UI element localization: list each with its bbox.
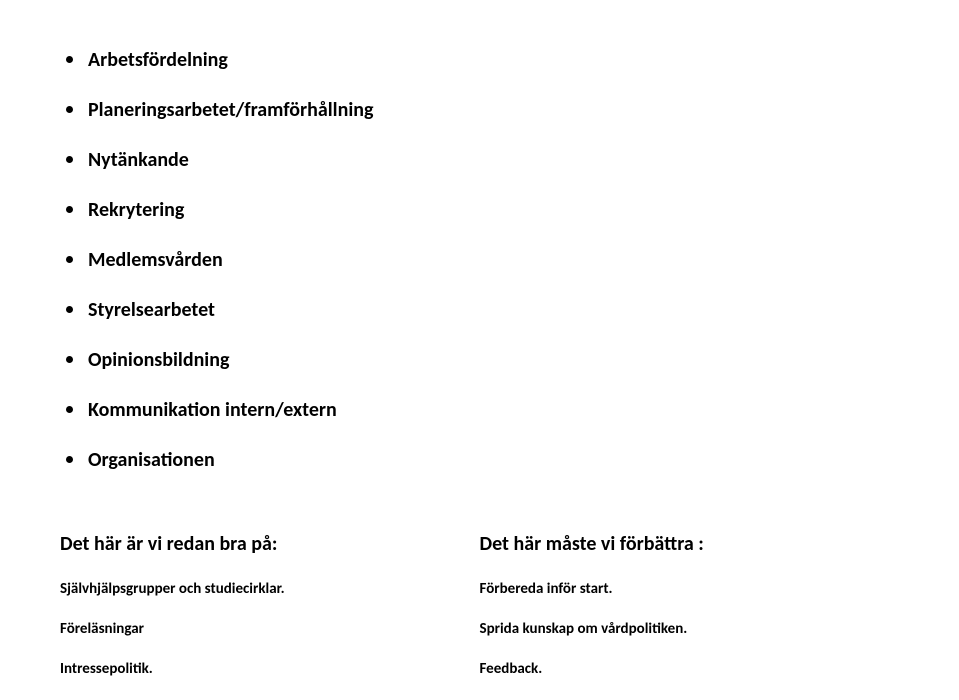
left-column-header: Det här är vi redan bra på: [60,532,472,556]
right-column-item: Sprida kunskap om vårdpolitiken. [480,620,892,638]
bullet-item: Nytänkande [60,148,899,172]
left-column-item: Föreläsningar [60,620,472,638]
right-column: Det här måste vi förbättra : Förbereda i… [480,532,900,700]
left-column-item: Självhjälpsgrupper och studiecirklar. [60,580,472,598]
comparison-table: Det här är vi redan bra på: Självhjälpsg… [60,532,899,700]
bullet-item: Planeringsarbetet/framförhållning [60,98,899,122]
bullet-item: Kommunikation intern/extern [60,398,899,422]
bullet-item: Styrelsearbetet [60,298,899,322]
bullet-list: Arbetsfördelning Planeringsarbetet/framf… [60,48,899,472]
right-column-item: Förbereda inför start. [480,580,892,598]
bullet-item: Rekrytering [60,198,899,222]
bullet-item: Medlemsvården [60,248,899,272]
bullet-item: Opinionsbildning [60,348,899,372]
right-column-header: Det här måste vi förbättra : [480,532,892,556]
bullet-item: Arbetsfördelning [60,48,899,72]
left-column: Det här är vi redan bra på: Självhjälpsg… [60,532,480,700]
bullet-item: Organisationen [60,448,899,472]
right-column-item: Feedback. [480,660,892,678]
left-column-item: Intressepolitik. [60,660,472,678]
